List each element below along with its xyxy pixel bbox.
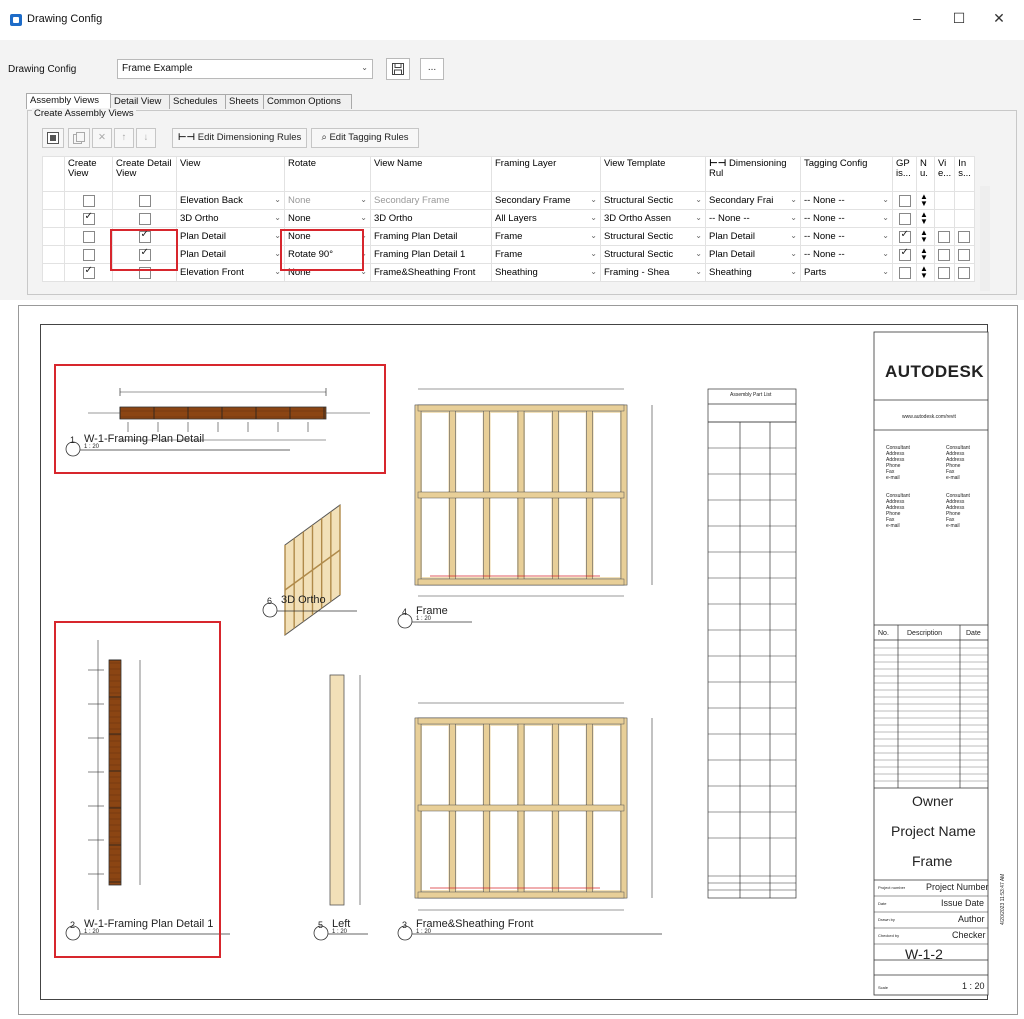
project-name-text: Project Name [891,823,976,839]
author-text: Author [958,914,985,924]
autodesk-logo: AUTODESK [885,362,985,381]
title-scale-text: 1 : 20 [962,981,985,991]
print-date-text: 4/20/2023 11:53:47 AM [1000,873,1006,925]
consultant-text: e-mail [946,523,960,529]
title-block [873,331,989,996]
view-number: 6 [267,596,273,606]
nogging [417,491,625,499]
sheet-number-text: W-1-2 [905,946,943,962]
view-scale: 1 : 20 [416,929,432,935]
top-plate [417,717,625,725]
top-plate [417,404,625,412]
consultant-text: e-mail [946,475,960,481]
issue-date-text: Issue Date [941,898,985,908]
view-scale: 1 : 20 [84,444,100,450]
left-view-stud [329,674,345,906]
checked-by-label: Checked by [878,933,900,938]
view-scale: 1 : 20 [332,929,348,935]
view-title: W-1-Framing Plan Detail 1 [84,918,214,930]
scale-label: Scale [878,985,889,990]
bottom-plate [417,891,625,899]
view-scale: 1 : 20 [84,929,100,935]
date-label: Date [878,901,887,906]
rev-header-no: No. [878,630,889,637]
schedule-table [707,388,797,899]
owner-text: Owner [912,793,954,809]
view-number: 2 [70,920,76,930]
plan-detail-1-wall [108,659,122,886]
view-number: 1 [70,435,76,445]
nogging [417,804,625,812]
consultant-text: e-mail [886,523,900,529]
rev-header-date: Date [966,630,981,637]
project-number-text: Project Number [926,882,989,892]
sheet-name-text: Frame [912,853,953,869]
highlight-plan-detail-1 [54,621,221,958]
plan-detail-wall [119,406,327,420]
schedule-title: Assembly Part List [730,392,772,398]
rev-header-description: Description [907,630,943,637]
view-title: W-1-Framing Plan Detail [84,433,205,445]
view-title: Frame&Sheathing Front [416,918,534,930]
bottom-plate [417,578,625,586]
view-title: 3D Ortho [281,594,326,606]
consultant-text: e-mail [886,475,900,481]
drawn-by-label: Drawn by [878,917,895,922]
project-number-label: Project number [878,885,906,890]
website-text: www.autodesk.com/revit [902,414,956,420]
checker-text: Checker [952,930,986,940]
view-number: 4 [402,607,408,617]
view-number: 5 [318,920,324,930]
view-scale: 1 : 20 [416,616,432,622]
sheet-drawing-canvas [54,331,989,996]
view-number: 3 [402,920,408,930]
